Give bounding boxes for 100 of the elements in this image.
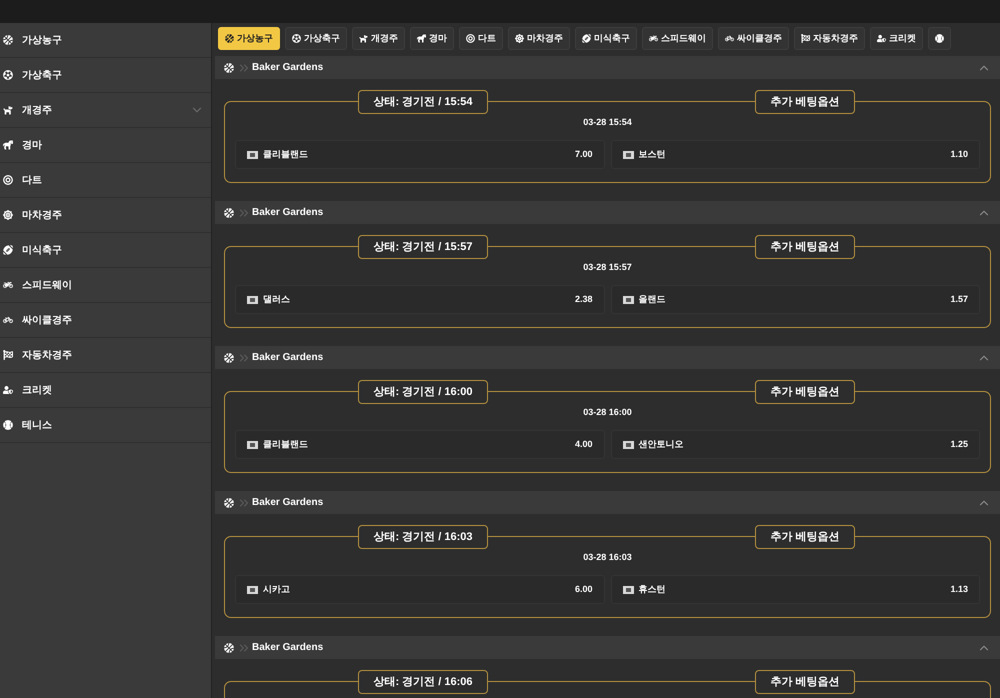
- extra-betting-options-button[interactable]: 추가 베팅옵션: [755, 90, 855, 114]
- odds-value: 2.38: [574, 292, 592, 306]
- target-icon: [3, 175, 13, 185]
- basketball-icon: [225, 34, 234, 43]
- basketball-icon: [224, 642, 234, 652]
- sidebar-item[interactable]: 미식축구: [0, 233, 211, 268]
- team-odds-button[interactable]: 클리블랜드 7.00: [235, 140, 604, 169]
- wheel-icon: [515, 34, 524, 43]
- basketball-icon: [224, 352, 234, 362]
- flag-icon: [247, 296, 258, 304]
- football-icon: [3, 245, 13, 255]
- checkered-flag-icon: [3, 350, 13, 360]
- league-name: Baker Gardens: [252, 641, 324, 655]
- horse-icon: [417, 34, 426, 43]
- sidebar-label: 가상축구: [22, 68, 62, 82]
- sidebar-item[interactable]: 가상농구: [0, 23, 211, 58]
- sidebar-label: 경마: [22, 138, 42, 152]
- sidebar-label: 미식축구: [22, 244, 62, 258]
- match-date: 03-28 16:00: [583, 406, 632, 418]
- league-name: Baker Gardens: [252, 61, 324, 75]
- sidebar-label: 다트: [22, 174, 42, 188]
- target-icon: [466, 34, 475, 43]
- extra-betting-options-button[interactable]: 추가 베팅옵션: [755, 235, 855, 259]
- status-label: 상태: 경기전 / 15:57: [358, 235, 488, 259]
- sidebar-item[interactable]: 경마: [0, 128, 211, 163]
- league-name: Baker Gardens: [252, 206, 324, 220]
- sidebar-label: 테니스: [22, 418, 52, 432]
- sidebar-label: 크리켓: [22, 384, 52, 398]
- team-odds-button[interactable]: 보스턴 1.10: [610, 140, 980, 169]
- flag-icon: [622, 150, 634, 158]
- sidebar-item[interactable]: 테니스: [0, 408, 211, 443]
- odds-value: 7.00: [574, 148, 592, 161]
- sidebar-label: 가상농구: [22, 34, 62, 48]
- team-odds-button[interactable]: 댈러스 2.38: [235, 285, 604, 314]
- wheel-icon: [3, 210, 13, 220]
- basketball-icon: [224, 498, 234, 508]
- extra-betting-options-button[interactable]: 추가 베팅옵션: [755, 525, 855, 549]
- basketball-icon: [224, 62, 234, 72]
- team-odds-button[interactable]: 샌안토니오 1.25: [610, 430, 980, 459]
- sport-tab[interactable]: 가상농구: [218, 27, 280, 50]
- sport-tab[interactable]: [928, 27, 951, 50]
- basketball-icon: [224, 208, 234, 218]
- status-label: 상태: 경기전 / 15:54: [358, 90, 488, 114]
- sidebar-item[interactable]: 가상축구: [0, 58, 211, 93]
- sidebar-item[interactable]: 스피드웨이: [0, 268, 211, 303]
- odds-value: 1.57: [950, 292, 968, 306]
- team-name: 올랜드: [638, 292, 666, 306]
- sport-tab[interactable]: 마차경주: [508, 27, 570, 50]
- status-label: 상태: 경기전 / 16:00: [358, 380, 488, 404]
- team-odds-button[interactable]: 시카고 6.00: [235, 575, 604, 604]
- team-odds-button[interactable]: 클리블랜드 4.00: [235, 430, 604, 459]
- team-odds-button[interactable]: 휴스턴 1.13: [610, 575, 980, 604]
- sport-tab[interactable]: 스피드웨이: [642, 27, 713, 50]
- sport-tab[interactable]: 싸이클경주: [718, 27, 789, 50]
- status-label: 상태: 경기전 / 16:03: [358, 525, 488, 549]
- match-date: 03-28 15:54: [583, 116, 632, 128]
- sport-tab[interactable]: 가상축구: [285, 27, 347, 50]
- sidebar-item[interactable]: 싸이클경주: [0, 303, 211, 338]
- league-name: Baker Gardens: [252, 496, 324, 510]
- checkered-flag-icon: [801, 34, 810, 43]
- sidebar-item[interactable]: 다트: [0, 163, 211, 198]
- extra-betting-options-button[interactable]: 추가 베팅옵션: [755, 670, 855, 694]
- odds-value: 4.00: [574, 438, 592, 451]
- sport-tab[interactable]: 자동차경주: [794, 27, 865, 50]
- team-name: 클리블랜드: [263, 438, 308, 451]
- odds-value: 6.00: [574, 582, 592, 596]
- status-label: 상태: 경기전 / 16:06: [358, 670, 488, 694]
- player-icon: [3, 385, 13, 395]
- bicycle-icon: [3, 315, 13, 325]
- sidebar-item[interactable]: 크리켓: [0, 373, 211, 408]
- football-icon: [582, 34, 591, 43]
- sport-tab[interactable]: 개경주: [352, 27, 405, 50]
- motorcycle-icon: [649, 34, 658, 43]
- flag-icon: [622, 296, 634, 304]
- team-name: 클리블랜드: [263, 148, 308, 161]
- match-date: 03-28 15:57: [583, 261, 632, 273]
- league-name: Baker Gardens: [252, 351, 324, 365]
- sidebar-item[interactable]: 마차경주: [0, 198, 211, 233]
- sidebar-label: 마차경주: [22, 208, 62, 222]
- player-icon: [877, 34, 886, 43]
- sport-tab[interactable]: 미식축구: [575, 27, 637, 50]
- extra-betting-options-button[interactable]: 추가 베팅옵션: [755, 380, 855, 404]
- team-name: 시카고: [263, 582, 290, 596]
- sport-tab[interactable]: 크리켓: [870, 27, 923, 50]
- flag-icon: [247, 150, 258, 158]
- sidebar-label: 자동차경주: [22, 348, 72, 362]
- odds-value: 1.10: [950, 148, 968, 161]
- sport-tab[interactable]: 경마: [410, 27, 454, 50]
- team-name: 댈러스: [263, 292, 290, 306]
- flag-icon: [622, 586, 634, 594]
- team-odds-button[interactable]: 올랜드 1.57: [610, 285, 980, 314]
- sidebar-label: 싸이클경주: [22, 314, 72, 328]
- sidebar-item[interactable]: 개경주: [0, 93, 211, 128]
- sidebar-item[interactable]: 자동차경주: [0, 338, 211, 373]
- sidebar-label: 개경주: [22, 104, 52, 118]
- odds-value: 1.25: [950, 438, 968, 451]
- sport-tab[interactable]: 다트: [459, 27, 503, 50]
- basketball-icon: [3, 35, 13, 45]
- odds-value: 1.13: [950, 582, 968, 596]
- motorcycle-icon: [3, 280, 13, 290]
